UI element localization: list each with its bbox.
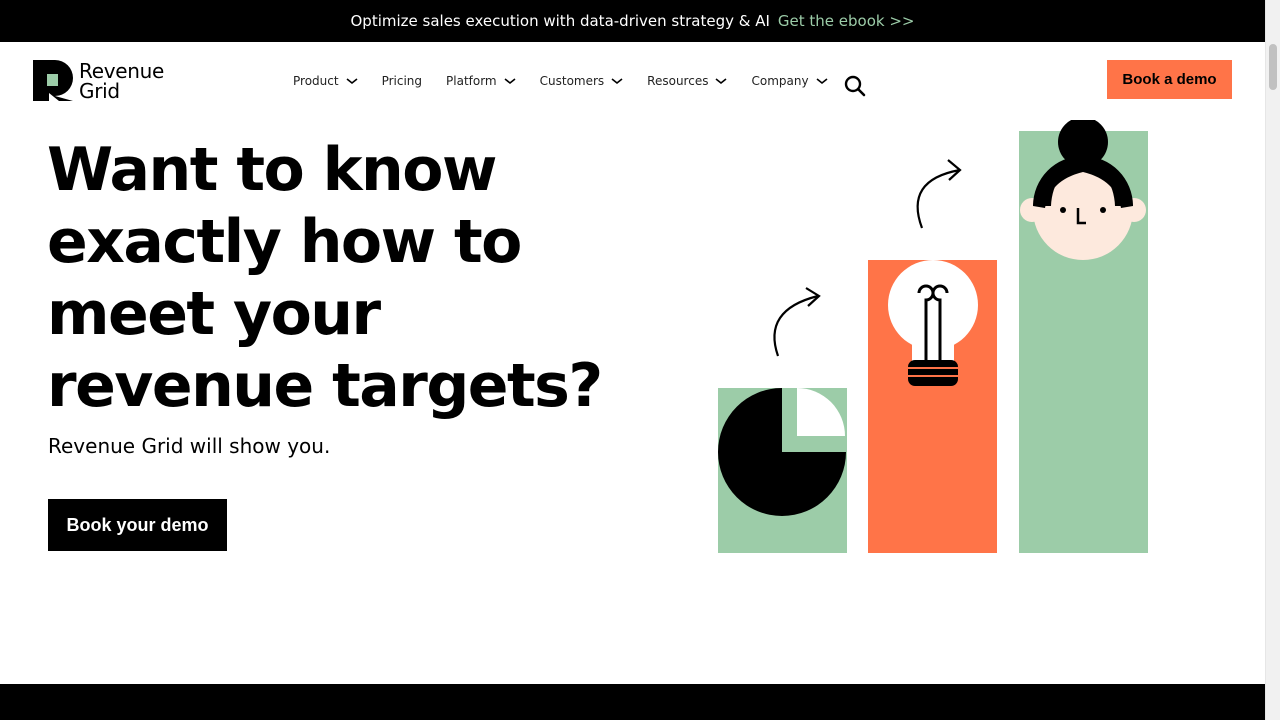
- growth-arrow-icon: [916, 159, 962, 229]
- next-section-band: [0, 684, 1265, 720]
- nav-item-label: Resources: [647, 74, 709, 88]
- page-scrollbar[interactable]: [1265, 0, 1280, 720]
- nav-item-company[interactable]: Company: [751, 72, 828, 90]
- chevron-down-icon: [611, 78, 623, 85]
- nav-item-label: Company: [751, 74, 809, 88]
- search-icon[interactable]: [844, 75, 866, 97]
- lightbulb-bar-icon: [868, 260, 997, 553]
- hero-title: Want to know exactly how to meet your re…: [47, 135, 603, 421]
- hero-subtitle: Revenue Grid will show you.: [48, 434, 331, 458]
- scrollbar-thumb[interactable]: [1269, 44, 1277, 90]
- chevron-down-icon: [816, 78, 828, 85]
- main-nav: Product Pricing Platform Customers Resou…: [293, 72, 828, 90]
- nav-item-resources[interactable]: Resources: [647, 72, 727, 90]
- logo-text-grid: Grid: [79, 78, 120, 103]
- logo-mark-icon: [33, 60, 73, 101]
- chevron-down-icon: [346, 78, 358, 85]
- nav-item-customers[interactable]: Customers: [540, 72, 624, 90]
- revenue-grid-logo[interactable]: Revenue Grid: [33, 60, 164, 101]
- nav-item-label: Pricing: [381, 74, 423, 88]
- nav-item-product[interactable]: Product: [293, 72, 358, 90]
- announcement-bar: Optimize sales execution with data-drive…: [0, 0, 1265, 42]
- nav-item-platform[interactable]: Platform: [446, 72, 516, 90]
- book-a-demo-button[interactable]: Book a demo: [1107, 60, 1232, 99]
- nav-item-label: Platform: [446, 74, 497, 88]
- person-face-bar-icon: [1019, 120, 1148, 553]
- chevron-down-icon: [715, 78, 727, 85]
- chevron-down-icon: [504, 78, 516, 85]
- hero-illustration: [718, 120, 1148, 553]
- pie-chart-bar-icon: [718, 388, 847, 553]
- book-your-demo-button[interactable]: Book your demo: [48, 499, 227, 551]
- logo-text-revenue: Revenue: [79, 58, 164, 83]
- nav-item-pricing[interactable]: Pricing: [382, 72, 422, 90]
- announcement-message: Optimize sales execution with data-drive…: [350, 12, 770, 30]
- nav-item-label: Customers: [539, 74, 605, 88]
- growth-arrow-icon: [773, 287, 821, 357]
- nav-item-label: Product: [293, 74, 339, 88]
- get-ebook-link[interactable]: Get the ebook >>: [778, 12, 915, 30]
